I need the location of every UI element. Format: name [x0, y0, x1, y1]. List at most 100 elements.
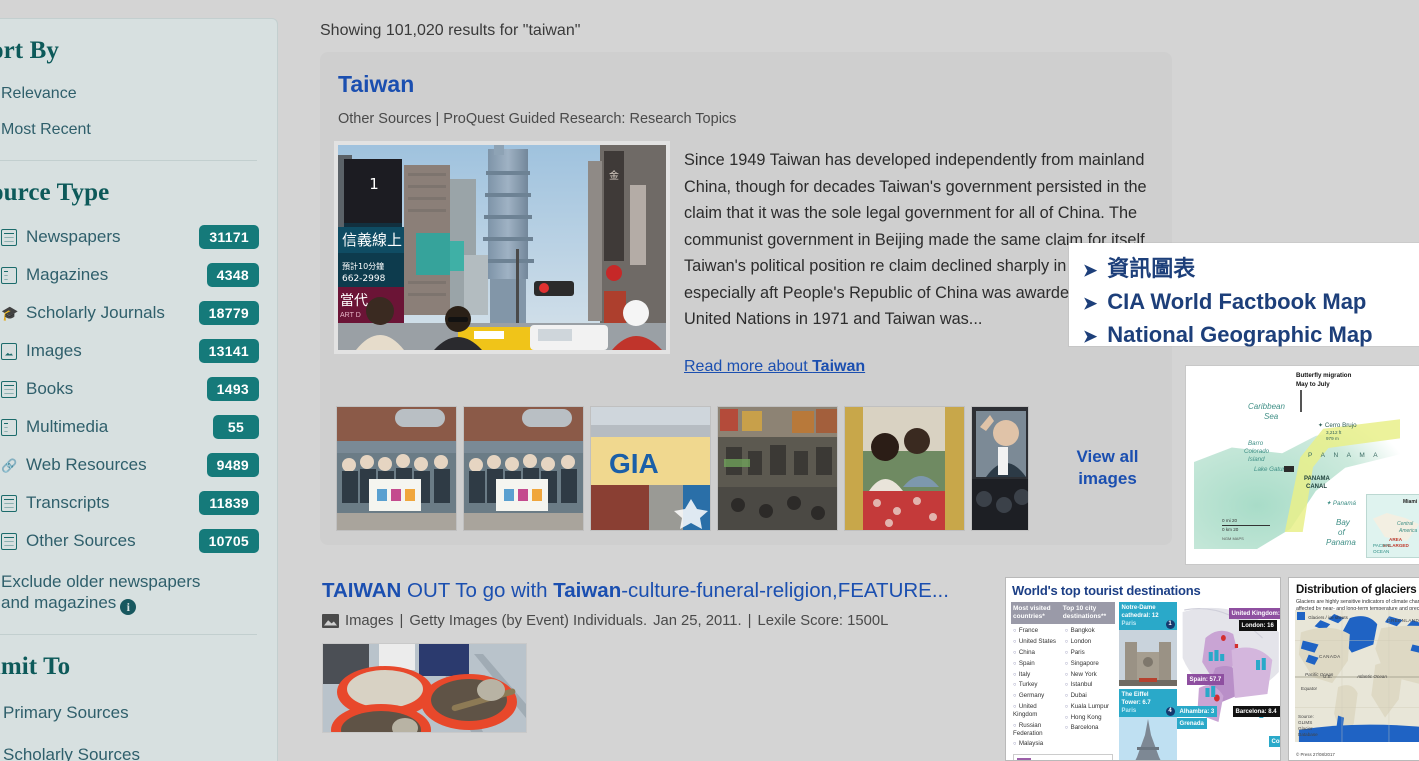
result-2-title-tail: -culture-funeral-religion,FEATURE... [621, 578, 949, 602]
facet-other-sources[interactable]: Other Sources 10705 [0, 522, 259, 560]
inset-ocean-label-1: PACIFIC [1373, 543, 1391, 548]
country-item: Spain [1011, 658, 1063, 669]
warehouse-gia-photo: GIA [591, 406, 710, 530]
featured-image[interactable]: 1 信義線上 預計10分鐘 662-2998 當代 ART D 金 [334, 141, 670, 354]
glacier-legend-2: ice sheets [1328, 615, 1348, 620]
country-item: China [1011, 648, 1063, 659]
country-item: United Kingdom [1011, 701, 1063, 720]
photo1-rank: 1 [1165, 620, 1175, 629]
facet-multimedia[interactable]: Multimedia 55 [0, 408, 259, 446]
image-thumbnail-strip: GIA View all images [334, 376, 1186, 531]
panama-butterfly-migration-map[interactable]: Butterfly migration May to July Caribbea… [1185, 365, 1419, 565]
exclude-label-line1: Exclude older newspapers [1, 572, 201, 591]
panama-canal-label-1: PANAMA [1304, 476, 1330, 482]
facet-books[interactable]: Books 1493 [0, 370, 259, 408]
link-list-item[interactable]: ➤ 資訊圖表 [1083, 253, 1419, 286]
link-list-overlay: ➤ 資訊圖表 ➤ CIA World Factbook Map ➤ Nation… [1069, 243, 1419, 347]
facet-count: 11839 [199, 491, 259, 515]
result-2-image[interactable] [322, 642, 527, 733]
shellfish-bowls-photo [323, 643, 526, 732]
country-item: Malaysia [1011, 739, 1063, 750]
chevron-right-icon: ➤ [1083, 294, 1098, 313]
bay-label-1: Bay [1336, 518, 1350, 527]
facet-newspapers[interactable]: Newspapers 31171 [0, 218, 259, 256]
lake-gatun-label: Lake Gatun [1254, 466, 1286, 473]
svg-text:GIA: GIA [609, 448, 659, 479]
country-item: Russian Federation [1011, 720, 1063, 739]
view-all-images-link[interactable]: View all images [1029, 406, 1186, 531]
thumbnail-item[interactable] [463, 405, 584, 531]
label-greenland: GREENLAND [1387, 618, 1419, 623]
facet-web-resources[interactable]: Web Resources 9489 [0, 446, 259, 484]
locator-inset-map: Miami Central America AREA ENLARGED PACI… [1366, 494, 1419, 558]
featured-meta: Other Sources | ProQuest Guided Research… [338, 111, 737, 127]
scale-bar-line [1222, 525, 1270, 526]
limit-scholarly-sources[interactable]: Scholarly Sources [0, 734, 259, 761]
svg-text:信義線上: 信義線上 [342, 231, 402, 249]
thumbnail-item[interactable] [717, 405, 838, 531]
map-credit: NGM MAPS [1222, 536, 1244, 541]
info-icon[interactable]: i [120, 599, 137, 615]
photo2-rank: 4 [1165, 707, 1175, 716]
facet-magazines[interactable]: Magazines 4348 [0, 256, 259, 294]
web-link-icon [1, 457, 17, 475]
facet-images[interactable]: Images 13141 [0, 332, 259, 370]
separator: | [747, 612, 752, 629]
inset-miami-label: Miami [1403, 499, 1418, 505]
person-waving-photo [972, 406, 1028, 530]
map-marker [1284, 466, 1294, 472]
city-item: Barcelona [1063, 723, 1115, 734]
label-equator: Equator [1301, 686, 1318, 691]
glacier-distribution-overlay[interactable]: Distribution of glaciers and ice Glacier… [1288, 577, 1419, 761]
featured-title-link[interactable]: Taiwan [334, 68, 1158, 98]
city-item: Singapore [1063, 658, 1115, 669]
photo1-line2: cathedral: 12 [1121, 613, 1159, 619]
facet-exclude-older[interactable]: Exclude older newspapers and magazines i [0, 560, 259, 622]
result-2-source: Getty Images (by Event) Individuals. [409, 612, 648, 629]
limit-primary-sources[interactable]: Primary Sources [0, 692, 259, 734]
cerro-brujo-ft: 3,212 ft [1326, 430, 1342, 435]
eiffel-tower-caption: The Eiffel Tower: 6.7 Paris 4 [1118, 689, 1177, 717]
country-item: Turkey [1011, 680, 1063, 691]
facet-label: Multimedia [26, 417, 109, 436]
sort-option-relevance[interactable]: Relevance [0, 76, 259, 112]
barro-label-2: Colorado [1244, 448, 1270, 455]
city-item: Istanbul [1063, 680, 1115, 691]
chevron-right-icon: ➤ [1083, 327, 1098, 346]
featured-body: 1 信義線上 預計10分鐘 662-2998 當代 ART D 金 Since … [334, 127, 1158, 376]
glacier-legend-1: Glaciers / [1308, 615, 1327, 620]
sort-option-most-recent[interactable]: Most Recent [0, 112, 259, 148]
image-icon [1, 342, 17, 360]
eiffel-illustration [1118, 717, 1177, 760]
photo2-line1: The Eiffel [1121, 692, 1149, 698]
result-2-bold-2: Taiwan [553, 578, 622, 602]
results-count-text: Showing 101,020 results for "taiwan" [320, 22, 581, 39]
thumbnail-item[interactable] [336, 405, 457, 531]
search-results-page: Sort By Relevance Most Recent Source Typ… [0, 0, 1419, 761]
facet-label: Transcripts [26, 493, 110, 512]
infographic-photos: Notre-Dame cathedral: 12 Paris 1 The Eif… [1118, 602, 1177, 760]
facet-scholarly-journals[interactable]: Scholarly Journals 18779 [0, 294, 259, 332]
svg-text:當代: 當代 [340, 293, 368, 309]
link-list-item[interactable]: ➤ CIA World Factbook Map [1083, 286, 1419, 319]
link-list-item[interactable]: ➤ National Geographic Map [1083, 319, 1419, 352]
facet-count: 1493 [206, 377, 259, 401]
label-pacific-ocean: Pacific Ocean [1305, 672, 1334, 677]
thumbnail-item[interactable] [844, 405, 965, 531]
scale-bar-km: 0 km 20 [1222, 527, 1239, 532]
glacier-legend: Glaciers / ice sheets [1297, 612, 1348, 620]
graduation-cap-icon [1, 305, 17, 322]
ranked-lists: France United States China Spain Italy T… [1011, 624, 1115, 750]
thumbnail-item[interactable] [971, 405, 1029, 531]
eiffel-tower-photo [1118, 717, 1177, 760]
facet-transcripts[interactable]: Transcripts 11839 [0, 484, 259, 522]
tourism-infographic-overlay[interactable]: World's top tourist destinations Most vi… [1005, 577, 1281, 761]
col1-head-1: Most visited [1013, 605, 1051, 612]
facet-count: 4348 [206, 263, 259, 287]
city-item: New York [1063, 669, 1115, 680]
source-type-heading: Source Type [0, 179, 110, 206]
thumbnail-item[interactable]: GIA [590, 405, 711, 531]
street-market-photo [718, 406, 837, 530]
view-all-line1: View all [1076, 447, 1139, 466]
panama-country-label: P A N A M A [1308, 452, 1382, 459]
